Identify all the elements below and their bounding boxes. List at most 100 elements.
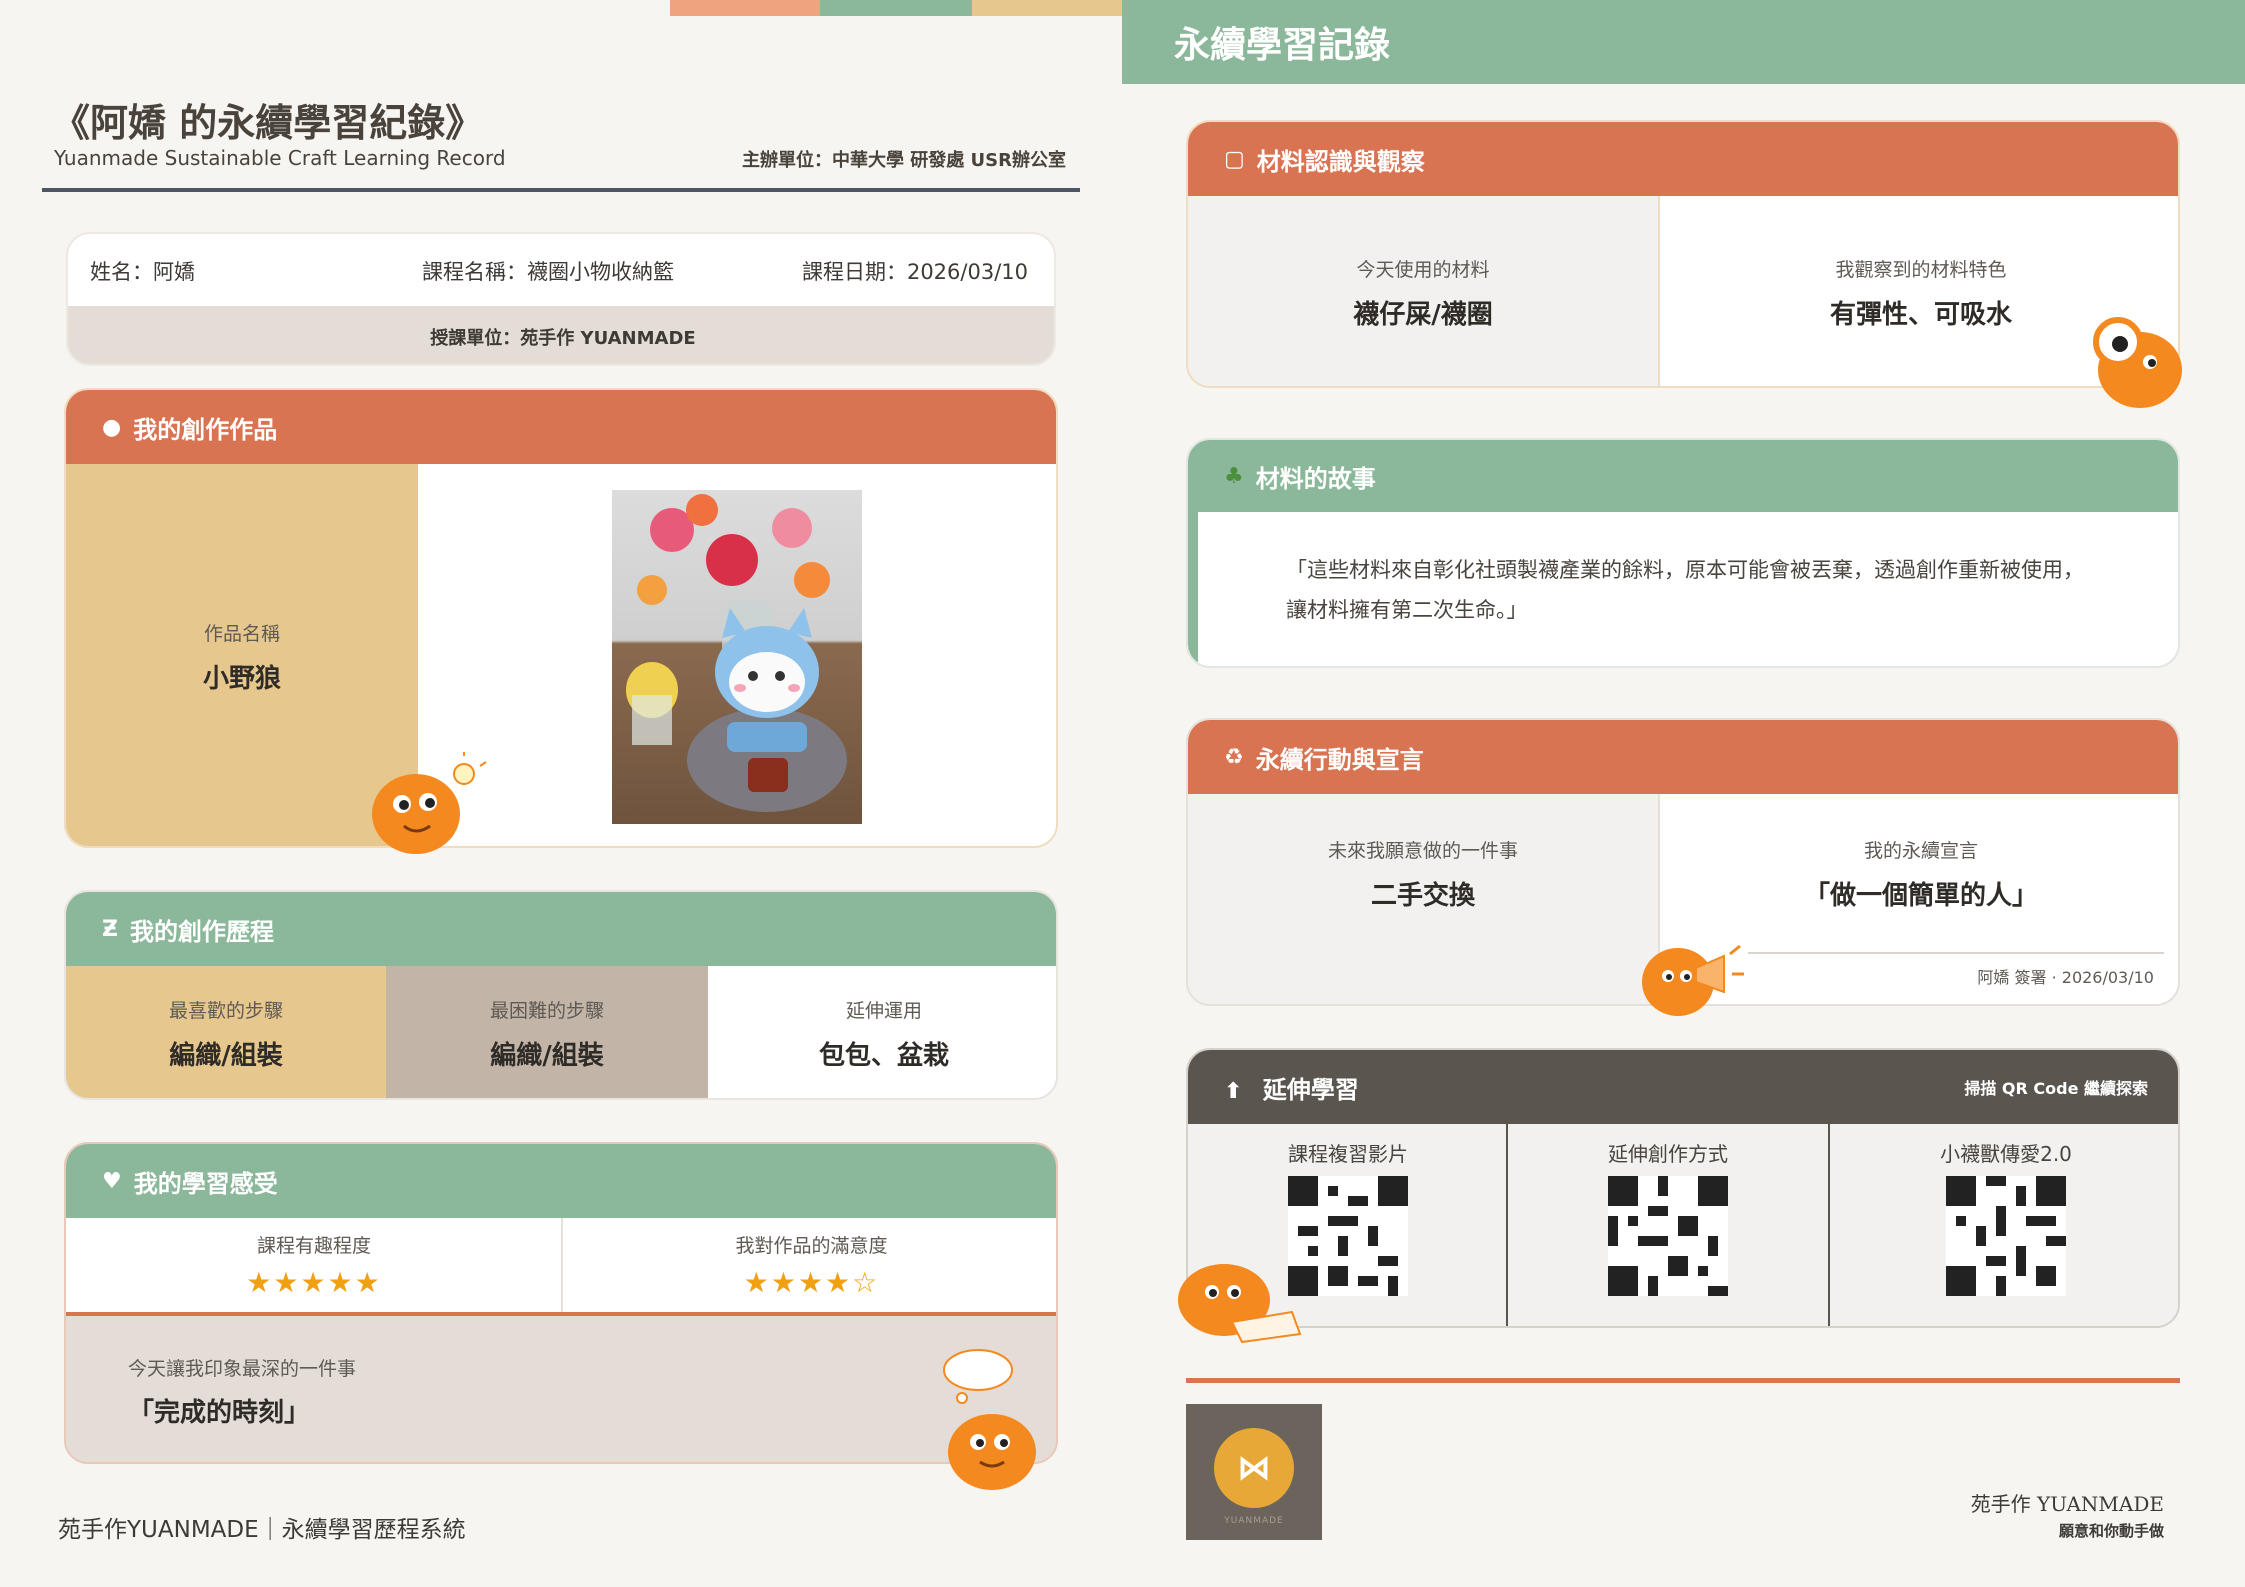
fun-rating-label: 課程有趣程度 — [256, 1235, 371, 1257]
qr-code-3-icon[interactable] — [1946, 1176, 2066, 1296]
future-action-value: 二手交換 — [1370, 881, 1475, 911]
fun-rating-stars: ★★★★★ — [246, 1266, 382, 1299]
extend-header-group: ⬆ 延伸學習 — [1224, 1070, 1359, 1105]
favorite-step-cell: 最喜歡的步驟 編織/組裝 — [66, 966, 386, 1098]
feeling-card: ♥ 我的學習感受 課程有趣程度 ★★★★★ 我對作品的滿意度 ★★★★☆ 今天讓… — [64, 1142, 1058, 1464]
extend-card: ⬆ 延伸學習 掃描 QR Code 繼續探索 課程複習影片 延伸創作方式 小襪獸… — [1186, 1048, 2180, 1328]
declaration-label: 我的永續宣言 — [1863, 840, 1978, 862]
impression-box: 今天讓我印象最深的一件事 「完成的時刻」 — [66, 1312, 1056, 1462]
page-title: 《阿嬌 的永續學習紀錄》 — [52, 100, 484, 145]
title-underline — [42, 188, 1080, 192]
mascot-reading-icon — [1172, 1258, 1302, 1348]
info-card: 姓名：阿嬌 課程名稱：襪圈小物收納籃 課程日期：2026/03/10 授課單位：… — [66, 232, 1056, 366]
fun-rating-cell: 課程有趣程度 ★★★★★ — [66, 1218, 562, 1312]
instructor-text: 授課單位：苑手作 YUANMADE — [430, 328, 696, 349]
material-used-cell: 今天使用的材料 襪仔屎/襪圈 — [1188, 196, 1658, 386]
page-subtitle: Yuanmade Sustainable Craft Learning Reco… — [54, 146, 506, 170]
left-footer: 苑手作YUANMADE｜永續學習歷程系統 — [58, 1517, 466, 1543]
extend-use-label: 延伸運用 — [845, 1000, 922, 1022]
materials-card: ▢ 材料認識與觀察 今天使用的材料 襪仔屎/襪圈 我觀察到的材料特色 有彈性、可… — [1186, 120, 2180, 388]
story-header-label: 材料的故事 — [1255, 464, 1376, 493]
extend-header: ⬆ 延伸學習 掃描 QR Code 繼續探索 — [1188, 1050, 2178, 1124]
brand-logo: ⋈ YUANMADE — [1186, 1404, 1322, 1540]
photo-illustration — [626, 494, 847, 812]
process-header: Ƶ 我的創作歷程 — [66, 892, 1056, 966]
qr-label-3: 小襪獸傳愛2.0 — [1940, 1142, 2072, 1166]
work-header: ● 我的創作作品 — [66, 390, 1056, 464]
color-strip-sand — [972, 0, 1122, 16]
logo-text: YUANMADE — [1224, 1516, 1284, 1526]
course-name: 課程名稱：襪圈小物收納籃 — [422, 260, 674, 284]
future-action-label: 未來我願意做的一件事 — [1327, 840, 1518, 862]
extend-header-label: 延伸學習 — [1262, 1075, 1359, 1104]
arrow-up-icon: ⬆ — [1224, 1078, 1243, 1104]
story-accent-bar — [1188, 512, 1198, 666]
qr-pattern-2 — [1608, 1176, 1728, 1296]
process-card: Ƶ 我的創作歷程 最喜歡的步驟 編織/組裝 最困難的步驟 編織/組裝 延伸運用 … — [64, 890, 1058, 1100]
feeling-header-label: 我的學習感受 — [133, 1169, 278, 1198]
extend-use-value: 包包、盆栽 — [818, 1041, 949, 1071]
scan-hint: 掃描 QR Code 繼續探索 — [1964, 1079, 2148, 1098]
hardest-step-value: 編織/組裝 — [490, 1041, 604, 1071]
signature-text: 阿嬌 簽署 · 2026/03/10 — [1977, 968, 2154, 987]
work-name-value: 小野狼 — [202, 664, 281, 694]
mascot-lightbulb-icon — [360, 752, 490, 866]
action-header: ♻ 永續行動與宣言 — [1188, 720, 2178, 794]
chat-icon: ▢ — [1224, 146, 1245, 172]
materials-header-label: 材料認識與觀察 — [1256, 147, 1425, 176]
impression-value: 「完成的時刻」 — [128, 1398, 311, 1428]
material-used-label: 今天使用的材料 — [1356, 259, 1490, 281]
future-action-cell: 未來我願意做的一件事 二手交換 — [1188, 794, 1658, 1004]
work-card: ● 我的創作作品 作品名稱 小野狼 — [64, 388, 1058, 848]
color-strip-orange — [670, 0, 820, 16]
bottom-rule — [1186, 1378, 2180, 1383]
qr-column-3: 小襪獸傳愛2.0 — [1830, 1124, 2178, 1326]
tree-icon: ♣ — [1224, 463, 1244, 489]
heart-icon: ♥ — [102, 1168, 122, 1194]
material-feature-label: 我觀察到的材料特色 — [1835, 259, 2007, 281]
brand-slogan: 願意和你動手做 — [2058, 1522, 2164, 1540]
materials-header: ▢ 材料認識與觀察 — [1188, 122, 2178, 196]
qr-pattern-3 — [1946, 1176, 2066, 1296]
right-banner-title: 永續學習記錄 — [1174, 25, 1391, 66]
action-header-label: 永續行動與宣言 — [1255, 745, 1424, 774]
qr-code-2-icon[interactable] — [1608, 1176, 1728, 1296]
course-date: 課程日期：2026/03/10 — [801, 260, 1028, 284]
story-text: 「這些材料來自彰化社頭製襪產業的餘料，原本可能會被丟棄，透過創作重新被使用，讓材… — [1286, 558, 2084, 622]
brand-name: 苑手作 YUANMADE — [1970, 1492, 2164, 1516]
favorite-step-value: 編織/組裝 — [169, 1041, 283, 1071]
work-name-label: 作品名稱 — [203, 623, 280, 645]
dot-icon: ● — [102, 414, 122, 440]
mascot-megaphone-icon — [1638, 932, 1748, 1026]
impression-label: 今天讓我印象最深的一件事 — [128, 1358, 357, 1380]
qr-code-1-icon[interactable] — [1288, 1176, 1408, 1296]
satisfaction-rating-stars: ★★★★☆ — [743, 1266, 880, 1299]
story-card: ♣ 材料的故事 「這些材料來自彰化社頭製襪產業的餘料，原本可能會被丟棄，透過創作… — [1186, 438, 2180, 668]
mascot-thinking-icon — [932, 1344, 1052, 1498]
instructor-bar: 授課單位：苑手作 YUANMADE — [68, 306, 1054, 364]
qr-label-1: 課程複習影片 — [1288, 1142, 1408, 1166]
work-photo — [612, 490, 862, 824]
satisfaction-rating-cell: 我對作品的滿意度 ★★★★☆ — [563, 1218, 1056, 1312]
hardest-step-label: 最困難的步驟 — [489, 1000, 604, 1022]
right-banner: 永續學習記錄 — [1122, 0, 2245, 84]
work-header-label: 我的創作作品 — [133, 415, 278, 444]
feeling-header: ♥ 我的學習感受 — [66, 1144, 1056, 1218]
qr-column-2: 延伸創作方式 — [1508, 1124, 1830, 1326]
story-header: ♣ 材料的故事 — [1188, 440, 2178, 512]
mascot-magnifier-icon — [2084, 310, 2190, 420]
process-header-label: 我的創作歷程 — [129, 917, 274, 946]
recycle-icon: ♻ — [1224, 744, 1244, 770]
declaration-value: 「做一個簡單的人」 — [1803, 881, 2038, 911]
z-icon: Ƶ — [102, 916, 118, 942]
favorite-step-label: 最喜歡的步驟 — [168, 1000, 283, 1022]
hardest-step-cell: 最困難的步驟 編織/組裝 — [386, 966, 708, 1098]
color-strip-green — [820, 0, 972, 16]
student-name: 姓名：阿嬌 — [90, 260, 195, 284]
material-used-value: 襪仔屎/襪圈 — [1353, 300, 1493, 330]
extend-use-cell: 延伸運用 包包、盆栽 — [708, 966, 1056, 1098]
signature-line — [1748, 952, 2164, 954]
organizer-text: 主辦單位：中華大學 研發處 USR辦公室 — [742, 150, 1066, 171]
qr-pattern-1 — [1288, 1176, 1408, 1296]
qr-label-2: 延伸創作方式 — [1608, 1142, 1728, 1166]
